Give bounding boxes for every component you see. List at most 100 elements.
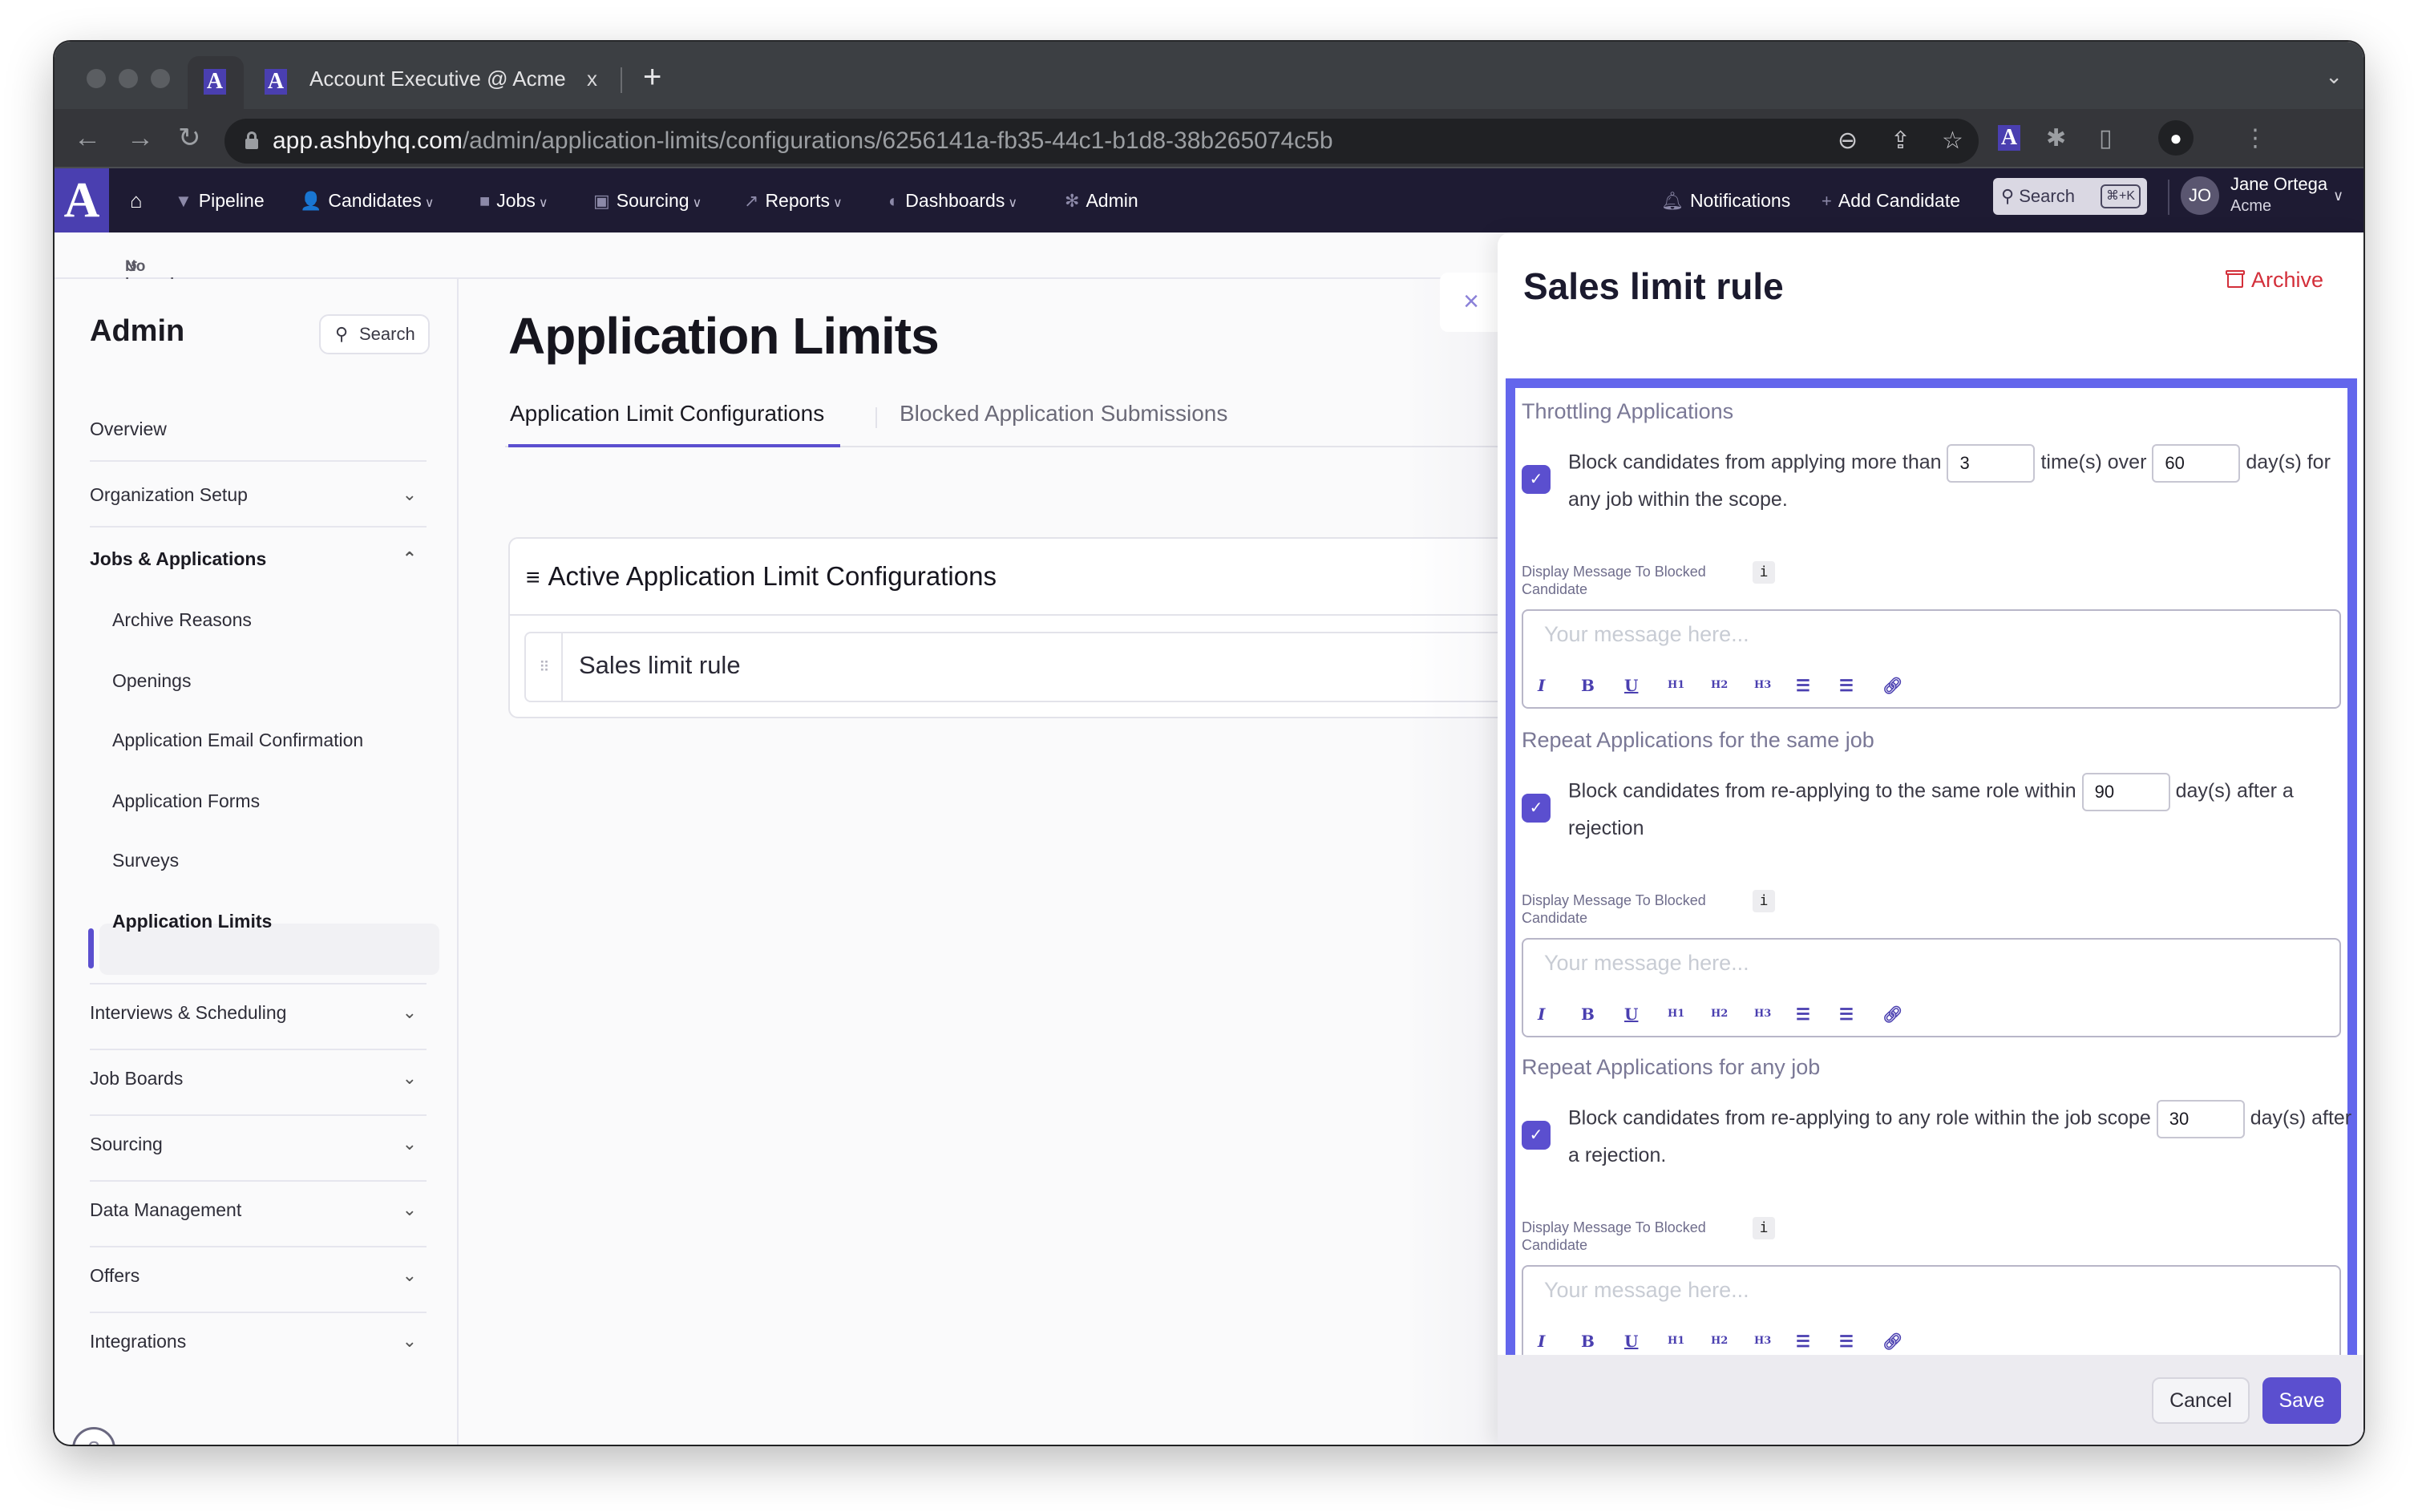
help-button[interactable]: ? (72, 1427, 115, 1445)
heading3-icon[interactable]: H3 (1754, 673, 1771, 697)
sidebar-item-sourcing[interactable]: Sourcing ⌄ (90, 1132, 427, 1156)
user-avatar[interactable]: JO (2181, 176, 2219, 215)
tab-close-icon[interactable]: x (587, 63, 597, 95)
nav-sourcing[interactable]: ▣ Sourcing ∨ (593, 168, 702, 232)
share-icon[interactable]: ⇪ (1890, 128, 1911, 154)
sidebar-item-overview[interactable]: Overview (90, 417, 427, 441)
any-job-days-input[interactable]: 30 (2156, 1100, 2245, 1138)
sidebar-item-integrations[interactable]: Integrations ⌄ (90, 1329, 427, 1353)
bullet-list-icon[interactable]: ☰ (1839, 673, 1854, 697)
bold-icon[interactable]: B (1581, 673, 1595, 697)
sidebar-subitem-application-forms[interactable]: Application Forms (112, 789, 260, 813)
reload-icon[interactable]: ↻ (178, 122, 201, 154)
heading3-icon[interactable]: H3 (1754, 1329, 1771, 1353)
tab-blocked-application-submissions[interactable]: Blocked Application Submissions (900, 399, 1227, 428)
sidebar-search-button[interactable]: ⚲ Search (319, 314, 430, 354)
sidebar-subitem-openings[interactable]: Openings (112, 669, 191, 693)
italic-icon[interactable]: I (1538, 1329, 1545, 1353)
bullet-list-icon[interactable]: ☰ (1839, 1002, 1854, 1026)
heading3-icon[interactable]: H3 (1754, 1002, 1771, 1026)
sidebar-item-jobs-applications[interactable]: Jobs & Applications ⌃ (90, 547, 427, 571)
bold-icon[interactable]: B (1581, 1002, 1595, 1026)
back-arrow-icon[interactable]: ← (74, 122, 101, 154)
italic-icon[interactable]: I (1538, 673, 1545, 697)
sidebar-item-organization-setup[interactable]: Organization Setup ⌄ (90, 483, 427, 507)
tab-application-limit-configurations[interactable]: Application Limit Configurations (510, 399, 824, 428)
bookmark-star-icon[interactable]: ☆ (1942, 128, 1963, 154)
sidebar-subitem-archive-reasons[interactable]: Archive Reasons (112, 608, 252, 632)
nav-dashboards[interactable]: ◐ Dashboards ∨ (888, 168, 1017, 232)
info-icon[interactable]: i (1753, 890, 1775, 912)
archive-button[interactable]: Archive (2226, 268, 2323, 293)
sidebar-subitem-application-email-confirmation[interactable]: Application Email Confirmation (112, 728, 363, 752)
nav-admin[interactable]: ✻ Admin (1065, 168, 1138, 232)
sidebar-subitem-application-limits[interactable]: Application Limits (112, 909, 272, 933)
nav-candidates[interactable]: 👤 Candidates ∨ (300, 168, 434, 232)
underline-icon[interactable]: U (1624, 1002, 1638, 1026)
info-icon[interactable]: i (1753, 561, 1775, 584)
nav-divider (2168, 180, 2169, 215)
side-panel-icon[interactable]: ▯ (2099, 125, 2113, 152)
extensions-puzzle-icon[interactable]: ✱ (2046, 125, 2066, 152)
throttling-checkbox[interactable]: ✓ (1522, 465, 1551, 494)
ashby-logo[interactable]: A (55, 168, 109, 232)
close-window-button[interactable] (87, 69, 106, 88)
heading2-icon[interactable]: H2 (1711, 1002, 1728, 1026)
throttle-days-input[interactable]: 60 (2152, 444, 2241, 483)
zoom-icon[interactable]: ⊖ (1838, 128, 1858, 154)
sidebar-item-data-management[interactable]: Data Management ⌄ (90, 1198, 427, 1222)
info-icon[interactable]: i (1753, 1217, 1775, 1239)
message-editor[interactable]: Your message here... I B U H1 H2 H3 ☰ ☰ … (1522, 938, 2341, 1037)
sidebar-item-offers[interactable]: Offers ⌄ (90, 1263, 427, 1288)
nav-pipeline[interactable]: ▼ Pipeline (175, 168, 265, 232)
sidebar-item-interviews-scheduling[interactable]: Interviews & Scheduling ⌄ (90, 1001, 427, 1025)
browser-menu-icon[interactable]: ⋮ (2243, 125, 2267, 152)
ordered-list-icon[interactable]: ☰ (1796, 1002, 1810, 1026)
user-menu-chevron-icon[interactable]: ∨ (2333, 188, 2343, 204)
heading2-icon[interactable]: H2 (1711, 673, 1728, 697)
same-job-checkbox[interactable]: ✓ (1522, 794, 1551, 823)
notifications-button[interactable]: 🔔︎ Notifications (1661, 168, 1790, 232)
new-tab-button[interactable]: + (643, 59, 661, 95)
section-title: Throttling Applications (1522, 399, 1734, 423)
message-editor[interactable]: Your message here... I B U H1 H2 H3 ☰ ☰ … (1522, 609, 2341, 709)
global-search-button[interactable]: ⚲ Search ⌘+K (1993, 178, 2147, 215)
profile-icon[interactable]: ● (2158, 120, 2194, 156)
italic-icon[interactable]: I (1538, 1002, 1545, 1026)
bold-icon[interactable]: B (1581, 1329, 1595, 1353)
maximize-window-button[interactable] (151, 69, 170, 88)
tab-search-chevron-icon[interactable]: ⌄ (2325, 64, 2343, 89)
ordered-list-icon[interactable]: ☰ (1796, 673, 1810, 697)
nav-jobs[interactable]: ■ Jobs ∨ (479, 168, 548, 232)
link-icon[interactable]: 🔗︎ (1882, 1002, 1902, 1026)
url-bar[interactable]: app.ashbyhq.com/admin/application-limits… (224, 119, 1979, 164)
underline-icon[interactable]: U (1624, 673, 1638, 697)
heading1-icon[interactable]: H1 (1668, 673, 1684, 697)
ordered-list-icon[interactable]: ☰ (1796, 1329, 1810, 1353)
heading1-icon[interactable]: H1 (1668, 1002, 1684, 1026)
link-icon[interactable]: 🔗︎ (1882, 673, 1902, 697)
sidebar-item-job-boards[interactable]: Job Boards ⌄ (90, 1066, 427, 1090)
user-name[interactable]: Jane Ortega (2230, 173, 2327, 196)
save-button[interactable]: Save (2262, 1377, 2341, 1424)
underline-icon[interactable]: U (1624, 1329, 1638, 1353)
forward-arrow-icon[interactable]: → (127, 122, 154, 154)
close-panel-button[interactable]: × (1440, 273, 1502, 332)
heading1-icon[interactable]: H1 (1668, 1329, 1684, 1353)
any-job-checkbox[interactable]: ✓ (1522, 1121, 1551, 1150)
pinned-tab[interactable]: A (188, 56, 244, 109)
nav-reports[interactable]: ↗ Reports ∨ (744, 168, 843, 232)
message-editor[interactable]: Your message here... I B U H1 H2 H3 ☰ ☰ … (1522, 1265, 2341, 1364)
same-job-days-input[interactable]: 90 (2081, 773, 2170, 811)
drag-handle-icon[interactable]: ⠿ (526, 633, 563, 701)
link-icon[interactable]: 🔗︎ (1882, 1329, 1902, 1353)
bullet-list-icon[interactable]: ☰ (1839, 1329, 1854, 1353)
home-icon[interactable]: ⌂ (130, 168, 143, 232)
cancel-button[interactable]: Cancel (2152, 1377, 2250, 1424)
sidebar-subitem-surveys[interactable]: Surveys (112, 848, 179, 872)
max-applications-input[interactable]: 3 (1947, 444, 2036, 483)
add-candidate-button[interactable]: + Add Candidate (1822, 168, 1960, 232)
heading2-icon[interactable]: H2 (1711, 1329, 1728, 1353)
ashby-extension-icon[interactable]: A (1998, 125, 2020, 151)
minimize-window-button[interactable] (119, 69, 138, 88)
